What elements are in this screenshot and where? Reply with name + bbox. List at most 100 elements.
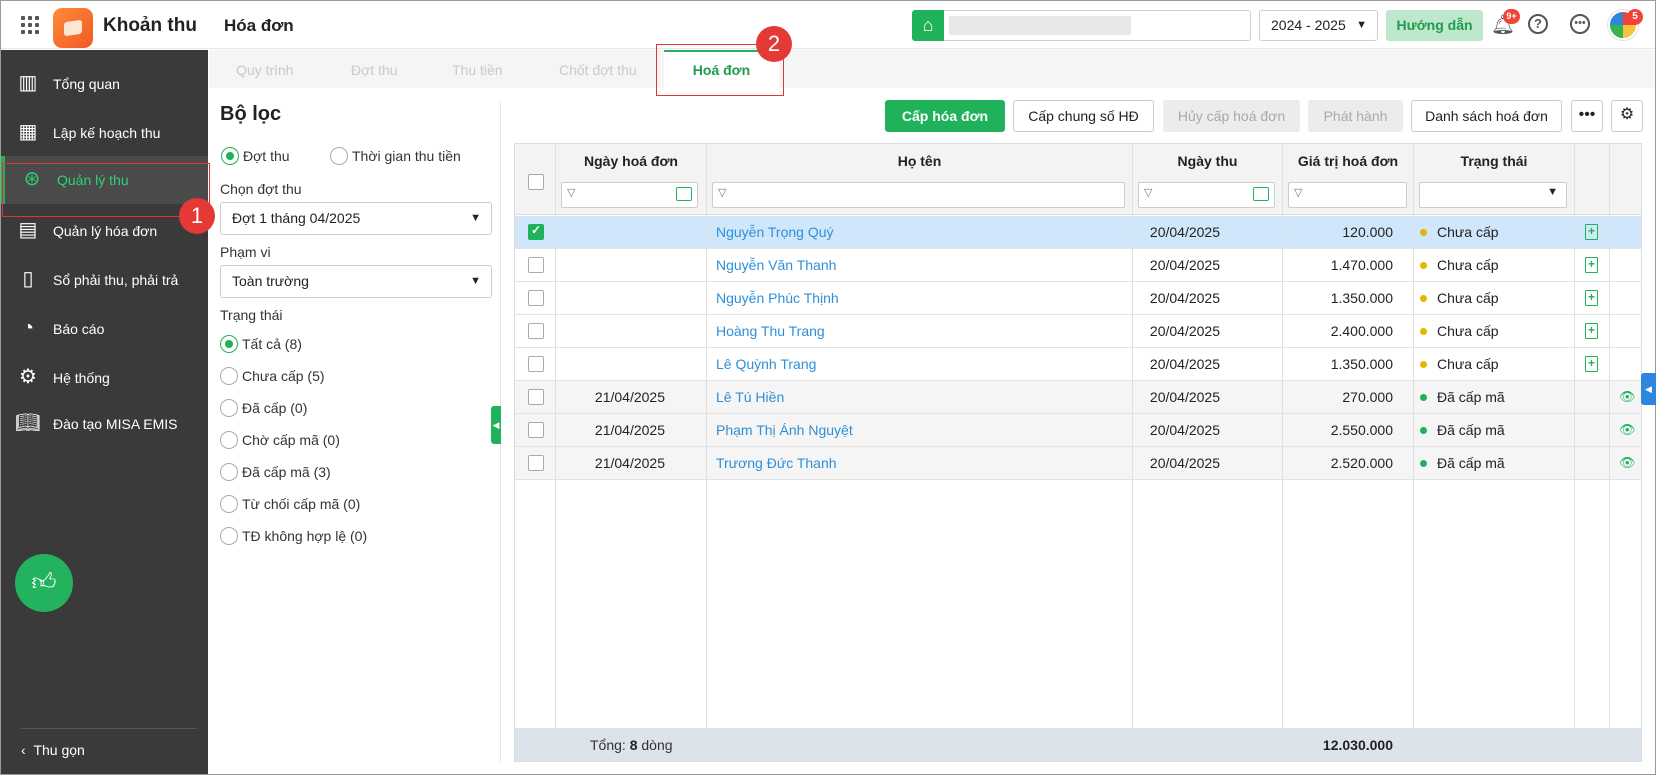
more-actions-icon[interactable]: ••• bbox=[1571, 100, 1603, 132]
mode-radio-period[interactable]: Đợt thu bbox=[221, 147, 290, 165]
sidebar-item-system[interactable]: ⚙ Hệ thống bbox=[1, 354, 208, 402]
row-checkbox[interactable] bbox=[528, 290, 544, 306]
table-row[interactable]: 21/04/2025 Lê Tú Hiền 20/04/2025 270.000 Đã … bbox=[515, 381, 1641, 414]
cell-pay-date: 20/04/2025 bbox=[1149, 356, 1220, 372]
status-radio-rejected[interactable]: Từ chối cấp mã (0) bbox=[220, 495, 360, 513]
add-invoice-icon[interactable]: + bbox=[1585, 356, 1598, 372]
filter-status-select[interactable]: ▼ bbox=[1419, 182, 1567, 208]
cell-name-link[interactable]: Nguyễn Văn Thanh bbox=[716, 257, 836, 273]
status-radio-issued[interactable]: Đã cấp (0) bbox=[220, 399, 307, 417]
notification-badge: 9+ bbox=[1503, 9, 1520, 24]
col-invoice-date[interactable]: Ngày hoá đơn bbox=[556, 153, 706, 169]
school-search-input[interactable] bbox=[944, 10, 1251, 41]
app-grid-icon[interactable] bbox=[21, 16, 39, 34]
scope-select[interactable]: Toàn trường ▼ bbox=[220, 265, 492, 298]
status-badge: Chưa cấp bbox=[1420, 257, 1499, 273]
cell-name-link[interactable]: Nguyễn Phúc Thịnh bbox=[716, 290, 839, 306]
feedback-thumbs-up-icon[interactable]: 👍︎ bbox=[15, 554, 73, 612]
add-invoice-icon[interactable]: + bbox=[1585, 257, 1598, 273]
table-row[interactable]: Nguyễn Văn Thanh 20/04/2025 1.470.000 Chưa … bbox=[515, 249, 1641, 282]
cell-pay-date: 20/04/2025 bbox=[1149, 455, 1220, 471]
eye-icon[interactable]: 👁︎ bbox=[1619, 422, 1636, 438]
help-icon[interactable]: ? bbox=[1528, 14, 1548, 34]
status-radio-awaiting-code[interactable]: Chờ cấp mã (0) bbox=[220, 431, 340, 449]
tab-process[interactable]: Quy trình bbox=[236, 62, 294, 78]
col-name[interactable]: Họ tên bbox=[707, 153, 1132, 169]
cell-name-link[interactable]: Lê Quỳnh Trang bbox=[716, 356, 816, 372]
filter-name-input[interactable]: ▽ bbox=[712, 182, 1125, 208]
row-checkbox[interactable] bbox=[528, 455, 544, 471]
status-radio-not-issued[interactable]: Chưa cấp (5) bbox=[220, 367, 325, 385]
cell-name-link[interactable]: Hoàng Thu Trang bbox=[716, 323, 825, 339]
publish-button[interactable]: Phát hành bbox=[1308, 100, 1403, 132]
sidebar-item-ledger[interactable]: ▯ Sổ phải thu, phải trả bbox=[1, 256, 208, 304]
cell-amount: 2.550.000 bbox=[1330, 422, 1393, 438]
more-options-icon[interactable]: ••• bbox=[1570, 14, 1590, 34]
cell-name-link[interactable]: Phạm Thị Ánh Nguyệt bbox=[716, 422, 853, 438]
table-row[interactable]: Hoàng Thu Trang 20/04/2025 2.400.000 Chưa c… bbox=[515, 315, 1641, 348]
calendar-icon[interactable] bbox=[676, 187, 692, 201]
filter-invoice-date-input[interactable]: ▽ bbox=[561, 182, 698, 208]
sidebar-item-reports[interactable]: ◔ Báo cáo bbox=[1, 305, 208, 353]
chevron-down-icon: ▼ bbox=[1547, 186, 1558, 198]
row-checkbox[interactable] bbox=[528, 422, 544, 438]
eye-icon[interactable]: 👁︎ bbox=[1619, 455, 1636, 471]
period-select[interactable]: Đợt 1 tháng 04/2025 ▼ bbox=[220, 202, 492, 235]
gear-icon: ⚙ bbox=[19, 366, 37, 388]
cell-name-link[interactable]: Nguyễn Trọng Quý bbox=[716, 224, 834, 240]
chevron-left-icon: ‹ bbox=[21, 742, 34, 758]
row-checkbox[interactable] bbox=[528, 257, 544, 273]
invoice-table: Ngày hoá đơn Họ tên Ngày thu Giá trị hoá… bbox=[514, 143, 1642, 762]
home-icon[interactable]: ⌂ bbox=[912, 10, 944, 41]
collapse-sidebar-button[interactable]: ‹ Thu gọn bbox=[21, 742, 85, 758]
add-invoice-icon[interactable]: + bbox=[1585, 290, 1598, 306]
table-row[interactable]: Nguyễn Trọng Quý 20/04/2025 120.000 Chưa cấ… bbox=[515, 216, 1641, 249]
filter-amount-input[interactable]: ▽ bbox=[1288, 182, 1407, 208]
cancel-issue-button[interactable]: Hủy cấp hoá đơn bbox=[1163, 100, 1300, 132]
sidebar-item-overview[interactable]: ▥ Tổng quan bbox=[1, 60, 208, 108]
table-row[interactable]: 21/04/2025 Trương Đức Thanh 20/04/2025 2.52… bbox=[515, 447, 1641, 480]
add-invoice-icon[interactable]: + bbox=[1585, 323, 1598, 339]
col-amount[interactable]: Giá trị hoá đơn bbox=[1283, 153, 1413, 169]
sidebar-item-label: Báo cáo bbox=[53, 321, 105, 337]
cell-name-link[interactable]: Trương Đức Thanh bbox=[716, 455, 837, 471]
sidebar-item-plan[interactable]: ▦ Lập kế hoạch thu bbox=[1, 109, 208, 157]
add-invoice-icon[interactable]: + bbox=[1585, 224, 1598, 240]
status-radio-coded[interactable]: Đã cấp mã (3) bbox=[220, 463, 331, 481]
calendar-icon[interactable] bbox=[1253, 187, 1269, 201]
filter-panel: Bộ lọc Đợt thu Thời gian thu tiền Chọn đ… bbox=[209, 88, 501, 774]
row-checkbox[interactable] bbox=[528, 323, 544, 339]
sidebar-item-label: Tổng quan bbox=[53, 76, 120, 92]
row-checkbox[interactable] bbox=[528, 389, 544, 405]
row-checkbox[interactable] bbox=[528, 223, 544, 240]
column-divider bbox=[1282, 144, 1283, 728]
school-year-select[interactable]: 2024 - 2025 ▼ bbox=[1259, 10, 1378, 41]
col-pay-date[interactable]: Ngày thu bbox=[1133, 153, 1282, 169]
col-status[interactable]: Trạng thái bbox=[1414, 153, 1574, 169]
status-radio-invalid[interactable]: TĐ không hợp lệ (0) bbox=[220, 527, 367, 545]
filter-pay-date-input[interactable]: ▽ bbox=[1138, 182, 1275, 208]
invoice-list-button[interactable]: Danh sách hoá đơn bbox=[1411, 100, 1562, 132]
mode-radio-payment-time[interactable]: Thời gian thu tiền bbox=[330, 147, 461, 165]
status-badge: Đã cấp mã bbox=[1420, 389, 1505, 405]
tab-collection-period[interactable]: Đợt thu bbox=[351, 62, 398, 78]
table-row[interactable]: Lê Quỳnh Trang 20/04/2025 1.350.000 Chưa cấ… bbox=[515, 348, 1641, 381]
cell-amount: 1.350.000 bbox=[1330, 356, 1393, 372]
tab-payment[interactable]: Thu tiền bbox=[452, 62, 503, 78]
eye-icon[interactable]: 👁︎ bbox=[1619, 389, 1636, 405]
issue-shared-number-button[interactable]: Cấp chung số HĐ bbox=[1013, 100, 1154, 132]
sidebar-item-training[interactable]: 📖︎ Đào tạo MISA EMIS bbox=[1, 400, 208, 448]
guide-button[interactable]: Hướng dẫn bbox=[1386, 10, 1483, 41]
table-header: Ngày hoá đơn Họ tên Ngày thu Giá trị hoá… bbox=[515, 144, 1641, 215]
cell-name-link[interactable]: Lê Tú Hiền bbox=[716, 389, 784, 405]
expand-right-panel-icon[interactable]: ◀ bbox=[1641, 373, 1656, 405]
row-checkbox[interactable] bbox=[528, 356, 544, 372]
issue-invoice-button[interactable]: Cấp hóa đơn bbox=[885, 100, 1005, 132]
status-radio-all[interactable]: Tất cả (8) bbox=[220, 335, 302, 353]
collapse-filter-handle[interactable]: ◀ bbox=[491, 406, 501, 444]
table-row[interactable]: 21/04/2025 Phạm Thị Ánh Nguyệt 20/04/2025 2… bbox=[515, 414, 1641, 447]
select-all-checkbox[interactable] bbox=[528, 174, 544, 190]
table-row[interactable]: Nguyễn Phúc Thịnh 20/04/2025 1.350.000 Chưa… bbox=[515, 282, 1641, 315]
settings-gear-icon[interactable]: ⚙ bbox=[1611, 100, 1643, 132]
tab-close-period[interactable]: Chốt đợt thu bbox=[559, 62, 637, 78]
